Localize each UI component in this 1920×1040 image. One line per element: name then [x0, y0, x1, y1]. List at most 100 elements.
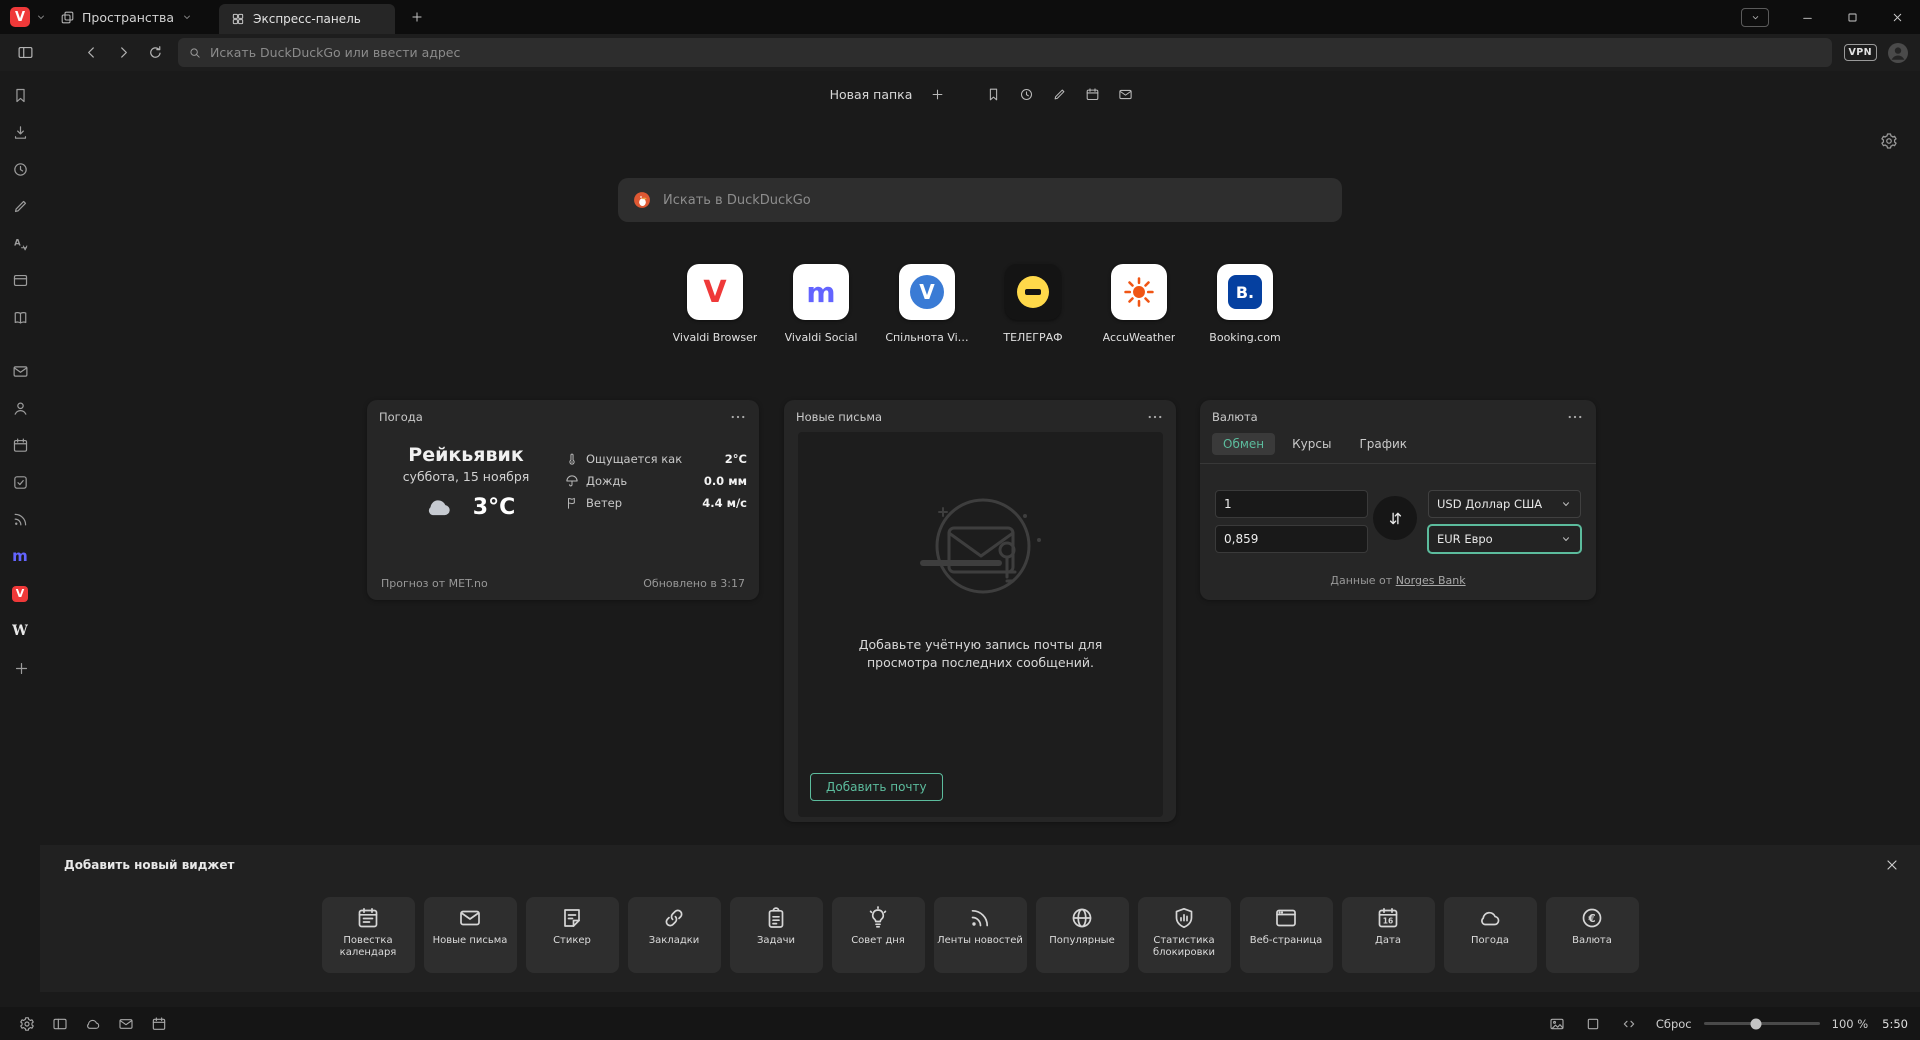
webpanel-vivaldi[interactable]: V: [0, 575, 40, 612]
weather-widget-menu-icon[interactable]: [729, 408, 747, 426]
tile-blocking-stats[interactable]: Статистика блокировки: [1138, 897, 1231, 973]
sidebar-history[interactable]: [0, 151, 40, 188]
vivaldi-menu-caret-icon[interactable]: [35, 11, 47, 23]
speed-dial-item[interactable]: ТЕЛЕГРАФ: [991, 264, 1075, 344]
tile-weather[interactable]: Погода: [1444, 897, 1537, 973]
zoom-reset-button[interactable]: Сброс: [1656, 1017, 1692, 1031]
start-page-settings-gear-icon[interactable]: [1880, 132, 1898, 150]
forward-button[interactable]: [108, 39, 138, 67]
tab-title: Экспресс-панель: [253, 12, 361, 26]
address-input[interactable]: [210, 45, 1822, 60]
sidebar-downloads[interactable]: [0, 114, 40, 151]
mail-icon: [12, 363, 29, 380]
sidebar-window[interactable]: [0, 262, 40, 299]
status-weather[interactable]: [78, 1011, 108, 1037]
spaces-button[interactable]: Пространства: [52, 6, 201, 29]
currency-widget-menu-icon[interactable]: [1566, 408, 1584, 426]
tile-popular[interactable]: Популярные: [1036, 897, 1129, 973]
add-mail-button[interactable]: Добавить почту: [810, 773, 943, 801]
page-actions-button[interactable]: [1614, 1011, 1644, 1037]
toggle-mail[interactable]: [1110, 80, 1140, 108]
zoom-slider[interactable]: [1704, 1022, 1820, 1025]
tile-tip-of-day[interactable]: Совет дня: [832, 897, 925, 973]
speed-dial-item[interactable]: V Vivaldi Browser: [673, 264, 757, 344]
webpanel-mastodon[interactable]: m: [0, 538, 40, 575]
chevron-down-icon: [1560, 498, 1572, 510]
close-button[interactable]: [1875, 0, 1920, 34]
back-button[interactable]: [76, 39, 106, 67]
panel-toggle-button[interactable]: [10, 39, 40, 67]
plus-icon: [930, 87, 944, 101]
webpanel-wikipedia[interactable]: W: [0, 612, 40, 649]
currency-amount-to-input[interactable]: [1215, 525, 1368, 553]
tiling-button[interactable]: [1578, 1011, 1608, 1037]
add-dial-button[interactable]: [922, 80, 952, 108]
toggle-bookmarks[interactable]: [978, 80, 1008, 108]
speed-dial-item[interactable]: m Vivaldi Social: [779, 264, 863, 344]
status-mail[interactable]: [111, 1011, 141, 1037]
sidebar-notes[interactable]: [0, 188, 40, 225]
closed-tabs-button[interactable]: [1741, 8, 1769, 27]
sidebar-translate[interactable]: A: [0, 225, 40, 262]
currency-widget: Валюта ОбменКурсыГрафик USD Доллар США E…: [1200, 400, 1596, 600]
maximize-button[interactable]: [1830, 0, 1875, 34]
startpage-search-field[interactable]: Искать в DuckDuckGo: [618, 178, 1342, 222]
sidebar-tasks[interactable]: [0, 464, 40, 501]
currency-swap-button[interactable]: [1373, 496, 1417, 540]
vivaldi-menu-icon[interactable]: V: [10, 7, 30, 27]
sidebar-contacts[interactable]: [0, 390, 40, 427]
currency-from-select[interactable]: USD Доллар США: [1428, 490, 1581, 518]
currency-tab[interactable]: График: [1348, 433, 1418, 455]
tile-currency[interactable]: € Валюта: [1546, 897, 1639, 973]
mail-widget-menu-icon[interactable]: [1146, 408, 1164, 426]
speed-dial-grid-icon: [231, 12, 245, 26]
status-calendar[interactable]: [144, 1011, 174, 1037]
capture-page-button[interactable]: [1542, 1011, 1572, 1037]
tile-webpage[interactable]: Веб-страница: [1240, 897, 1333, 973]
zoom-slider-thumb[interactable]: [1750, 1018, 1761, 1029]
tile-date[interactable]: 16 Дата: [1342, 897, 1435, 973]
close-icon: [1891, 11, 1904, 24]
vivaldi-favicon-icon: V: [12, 585, 29, 602]
sidebar-reading-list[interactable]: [0, 299, 40, 336]
currency-to-select[interactable]: EUR Евро: [1428, 525, 1581, 553]
status-panel-toggle[interactable]: [45, 1011, 75, 1037]
vpn-badge[interactable]: VPN: [1844, 44, 1877, 61]
currency-source-link[interactable]: Norges Bank: [1396, 574, 1466, 587]
speed-dial-item[interactable]: B. Booking.com: [1203, 264, 1287, 344]
close-icon[interactable]: [1884, 857, 1900, 873]
tile-news-feeds[interactable]: Ленты новостей: [934, 897, 1027, 973]
tile-calendar-agenda[interactable]: Повестка календаря: [322, 897, 415, 973]
toggle-calendar[interactable]: [1077, 80, 1107, 108]
mail-icon: [118, 1016, 134, 1032]
calendar-icon: [12, 437, 29, 454]
speed-dial-item[interactable]: AccuWeather: [1097, 264, 1181, 344]
pencil-icon: [12, 198, 29, 215]
currency-tab[interactable]: Курсы: [1281, 433, 1342, 455]
speed-dial-item[interactable]: V Спільнота Vi…: [885, 264, 969, 344]
sidebar-bookmarks[interactable]: [0, 77, 40, 114]
tile-bookmarks[interactable]: Закладки: [628, 897, 721, 973]
toggle-notes[interactable]: [1044, 80, 1074, 108]
date16-icon: 16: [1376, 906, 1400, 930]
address-bar[interactable]: [178, 38, 1832, 67]
sidebar-mail[interactable]: [0, 353, 40, 390]
shield-icon: [1172, 906, 1196, 930]
new-folder-button[interactable]: Новая папка: [820, 82, 923, 107]
add-webpanel-button[interactable]: [0, 649, 40, 686]
sidebar-calendar[interactable]: [0, 427, 40, 464]
sidebar-feeds[interactable]: [0, 501, 40, 538]
window-card-icon: [12, 272, 29, 289]
new-tab-button[interactable]: [403, 3, 431, 31]
currency-tab[interactable]: Обмен: [1212, 433, 1275, 455]
minimize-button[interactable]: [1785, 0, 1830, 34]
tile-tasks[interactable]: Задачи: [730, 897, 823, 973]
toggle-history[interactable]: [1011, 80, 1041, 108]
tile-new-mail[interactable]: Новые письма: [424, 897, 517, 973]
currency-amount-from-input[interactable]: [1215, 490, 1368, 518]
status-settings[interactable]: [12, 1011, 42, 1037]
profile-avatar[interactable]: [1886, 41, 1910, 65]
tab-speed-dial[interactable]: Экспресс-панель: [219, 4, 395, 34]
tile-sticker[interactable]: Стикер: [526, 897, 619, 973]
reload-button[interactable]: [140, 39, 170, 67]
